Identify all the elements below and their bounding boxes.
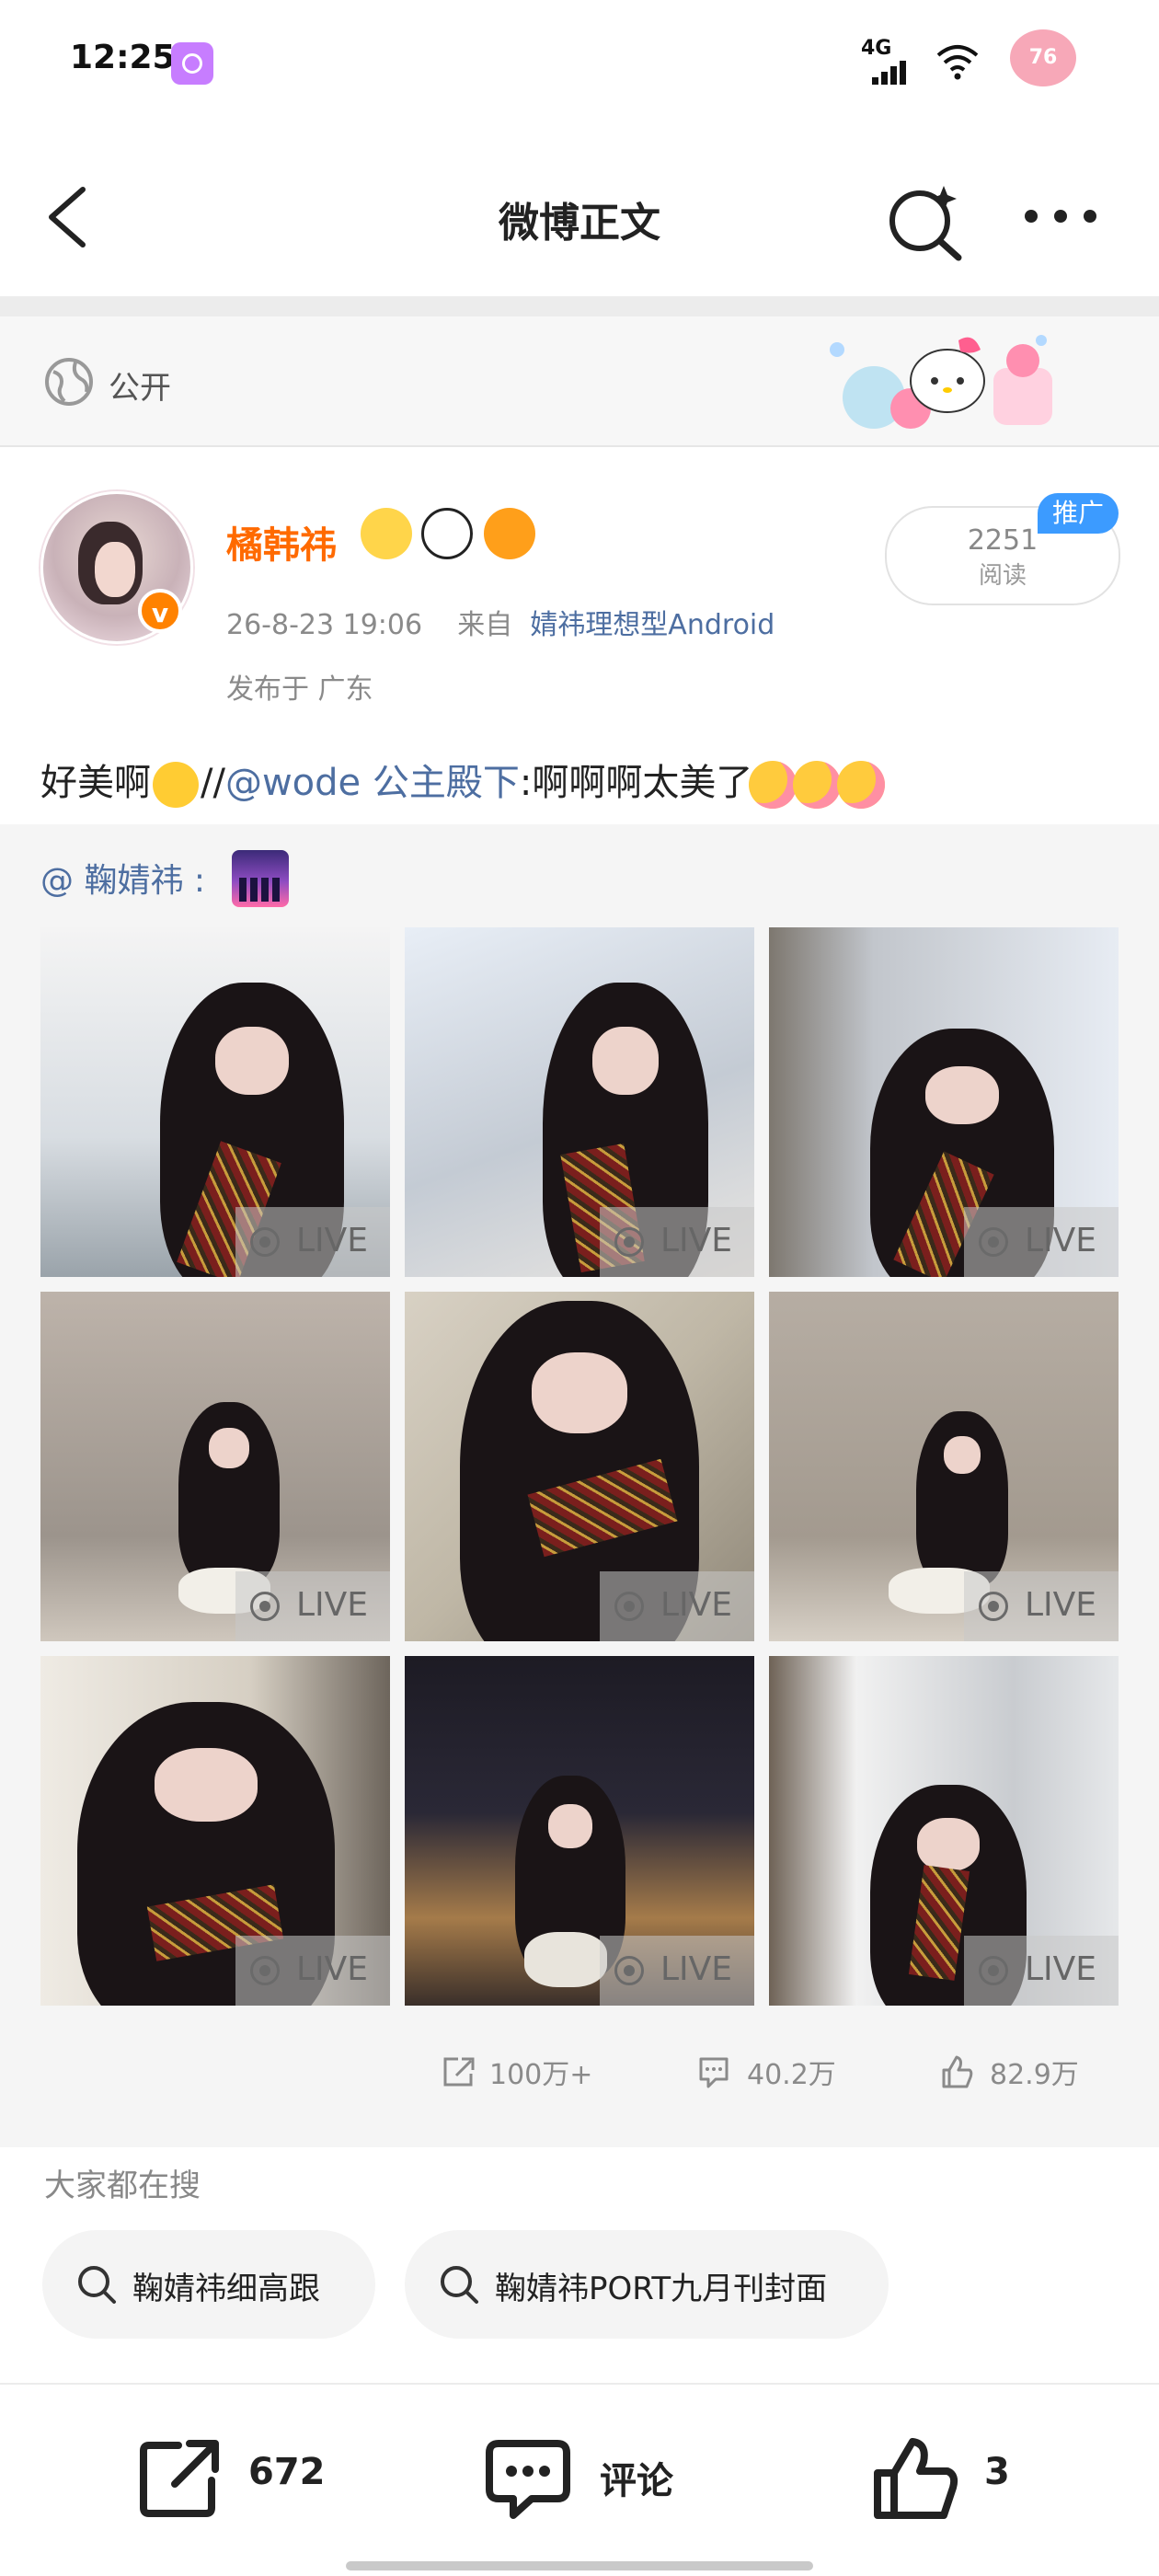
status-time: 12:25 [70, 39, 176, 76]
live-badge: LIVE [235, 1936, 390, 2006]
like-icon[interactable] [870, 2432, 962, 2524]
app-notification-icon [171, 42, 213, 85]
comment-icon[interactable] [695, 2053, 732, 2090]
panda-icon [421, 508, 473, 559]
mention-link[interactable]: @wode 公主殿下 [225, 762, 520, 804]
origin-suffix: : [193, 862, 206, 900]
post-text: 好美啊 //@wode 公主殿下:啊啊啊太美了 [40, 753, 886, 809]
page-title: 微博正文 [499, 200, 660, 247]
live-photo-icon [250, 1592, 280, 1621]
live-badge: LIVE [964, 1936, 1119, 2006]
comment-button-label[interactable]: 评论 [600, 2451, 673, 2504]
post-text-end: :啊啊啊太美了 [519, 762, 753, 804]
live-badge: LIVE [964, 1571, 1119, 1641]
like-button-count[interactable]: 3 [984, 2451, 1010, 2493]
photo-4[interactable]: LIVE [40, 1292, 390, 1641]
grin-emoji-icon [153, 762, 199, 808]
repost-icon[interactable] [134, 2432, 226, 2524]
live-photo-icon [250, 1956, 280, 1985]
photo-5[interactable]: LIVE [405, 1292, 754, 1641]
live-photo-icon [979, 1956, 1008, 1985]
hot-search-text: 鞠婧祎细高跟 [132, 2271, 320, 2307]
photo-2[interactable]: LIVE [405, 927, 754, 1277]
hot-search-title: 大家都在搜 [44, 2168, 201, 2204]
post-time: 26-8-23 19:06 [226, 609, 423, 641]
verified-badge: v [138, 589, 182, 633]
live-photo-icon [979, 1592, 1008, 1621]
like-icon[interactable] [938, 2053, 975, 2090]
photo-9[interactable]: LIVE [769, 1656, 1119, 2006]
battery-heart-icon: 76 [1010, 29, 1076, 86]
post-text-slashes: // [201, 762, 225, 804]
photo-8[interactable]: LIVE [405, 1656, 754, 2006]
photo-grid: LIVE LIVE LIVE LIVE LIVE LIVE LIVE LIVE [40, 927, 1119, 2006]
photo-7[interactable]: LIVE [40, 1656, 390, 2006]
live-photo-icon [614, 1956, 644, 1985]
visibility-label: 公开 [109, 370, 171, 407]
city-night-emoji-icon [232, 850, 289, 907]
origin-user-name[interactable]: @ 鞠婧祎 [40, 862, 183, 900]
crown-icon [361, 508, 412, 559]
photo-6[interactable]: LIVE [769, 1292, 1119, 1641]
repost-button-count[interactable]: 672 [248, 2451, 326, 2493]
repost-count[interactable]: 100万+ [489, 2052, 592, 2092]
live-photo-icon [250, 1227, 280, 1257]
home-indicator[interactable] [346, 2561, 813, 2570]
search-icon [441, 2266, 478, 2304]
signal-icon [872, 57, 916, 85]
photo-3[interactable]: LIVE [769, 927, 1119, 1277]
live-photo-icon [614, 1227, 644, 1257]
post-location: 发布于 广东 [226, 673, 373, 706]
hello-kitty-decoration [830, 335, 1052, 429]
post-text-start: 好美啊 [40, 762, 151, 804]
like-count[interactable]: 82.9万 [990, 2052, 1079, 2092]
live-badge: LIVE [964, 1207, 1119, 1277]
blush-emoji-icon [793, 761, 842, 809]
from-label: 来自 [457, 609, 513, 641]
more-icon[interactable] [1021, 202, 1100, 230]
username[interactable]: 橘韩祎 [226, 515, 337, 569]
wifi-icon [936, 45, 979, 80]
live-badge: LIVE [235, 1571, 390, 1641]
blush-emoji-icon [749, 761, 798, 809]
pufferfish-icon [484, 508, 535, 559]
comment-icon[interactable] [482, 2432, 574, 2524]
live-badge: LIVE [600, 1207, 754, 1277]
search-sparkle-icon[interactable] [883, 178, 966, 261]
live-photo-icon [979, 1227, 1008, 1257]
blush-emoji-icon [837, 761, 886, 809]
live-badge: LIVE [600, 1571, 754, 1641]
hot-search-chip[interactable]: 鞠婧祎细高跟 [42, 2230, 375, 2339]
hot-search-chip[interactable]: 鞠婧祎PORT九月刊封面 [405, 2230, 889, 2339]
comment-count[interactable]: 40.2万 [747, 2052, 836, 2092]
globe-icon [45, 358, 93, 406]
reads-label: 阅读 [978, 562, 1027, 590]
live-badge: LIVE [235, 1207, 390, 1277]
live-photo-icon [614, 1592, 644, 1621]
live-badge: LIVE [600, 1936, 754, 2006]
promo-badge: 推广 [1038, 493, 1119, 534]
repost-icon[interactable] [440, 2053, 476, 2090]
origin-user[interactable]: @ 鞠婧祎 : [40, 854, 205, 902]
hot-search-text: 鞠婧祎PORT九月刊封面 [495, 2271, 828, 2307]
search-icon [78, 2266, 116, 2304]
photo-1[interactable]: LIVE [40, 927, 390, 1277]
post-source[interactable]: 婧祎理想型Android [530, 609, 775, 641]
post-meta: 26-8-23 19:06 来自 婧祎理想型Android [226, 602, 775, 642]
